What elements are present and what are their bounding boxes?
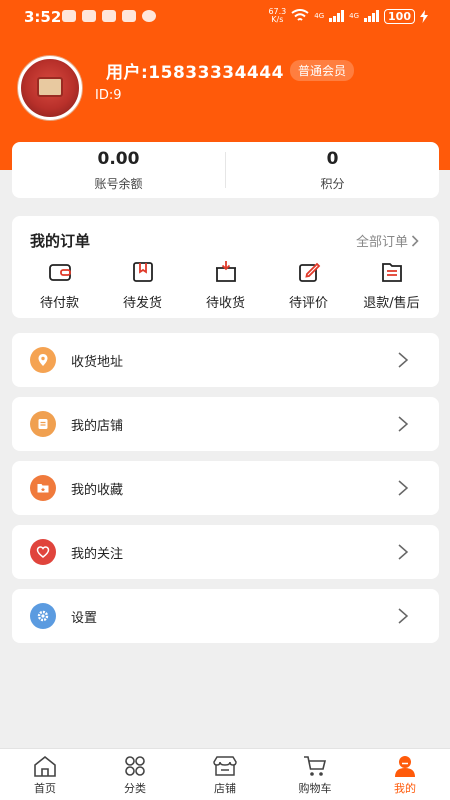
order-item-label: 待付款 xyxy=(39,296,79,311)
menu-my-favorites[interactable]: 我的收藏 xyxy=(12,461,439,515)
heart-icon xyxy=(30,539,56,565)
gear-icon xyxy=(30,603,56,629)
chevron-right-icon xyxy=(398,480,409,496)
menu-shipping-address[interactable]: 收货地址 xyxy=(12,333,439,387)
status-bar: 3:52 67.3 K/s 4G 4G 100 xyxy=(0,0,450,34)
user-id: ID:9 xyxy=(95,88,122,103)
status-time: 3:52 xyxy=(24,8,62,26)
tab-home[interactable]: 首页 xyxy=(0,749,90,800)
tab-label: 分类 xyxy=(124,781,146,795)
balance-label: 账号余额 xyxy=(94,176,143,191)
signal-label-2: 4G xyxy=(349,12,360,20)
net-speed-unit: K/s xyxy=(271,15,284,24)
chevron-right-icon xyxy=(411,234,419,247)
wallet-icon xyxy=(48,264,71,281)
notification-app-icon xyxy=(102,10,116,22)
avatar[interactable] xyxy=(18,56,82,120)
menu-label: 收货地址 xyxy=(71,354,124,370)
store-icon xyxy=(30,411,56,437)
member-level-badge: 普通会员 xyxy=(290,60,355,81)
menu-label: 我的店铺 xyxy=(71,418,124,434)
alarm-icon xyxy=(142,10,156,22)
chevron-right-icon xyxy=(398,416,409,432)
menu-label: 设置 xyxy=(71,610,98,626)
signal-icon xyxy=(364,10,380,22)
notification-app-icon xyxy=(82,10,96,22)
tab-label: 首页 xyxy=(34,781,56,795)
username: 用户:15833334444 xyxy=(106,63,284,83)
tab-label: 店铺 xyxy=(214,781,236,795)
notification-icons xyxy=(62,10,156,22)
battery-indicator: 100 xyxy=(384,8,415,24)
edit-icon xyxy=(298,262,320,282)
chevron-right-icon xyxy=(398,352,409,368)
notification-app-icon xyxy=(62,10,76,22)
menu-my-store[interactable]: 我的店铺 xyxy=(12,397,439,451)
tab-label: 我的 xyxy=(394,781,416,795)
tab-cart[interactable]: 购物车 xyxy=(270,749,360,800)
chevron-right-icon xyxy=(398,608,409,624)
list-icon xyxy=(381,263,402,282)
net-speed: 67.3 K/s xyxy=(268,8,286,24)
menu-label: 我的关注 xyxy=(71,546,124,562)
signal-label-1: 4G xyxy=(314,12,325,20)
signal-icon xyxy=(329,10,345,22)
status-right: 67.3 K/s 4G 4G 100 xyxy=(268,8,428,24)
balance-stat[interactable]: 0.00 账号余额 xyxy=(12,142,225,198)
home-icon xyxy=(34,755,56,777)
tab-mine[interactable]: 我的 xyxy=(360,749,450,800)
order-refund-aftersale[interactable]: 退款/售后 xyxy=(353,260,431,311)
receive-box-icon xyxy=(215,261,236,282)
order-status-row: 待付款 待发货 待收货 待评价 退款/售后 xyxy=(12,260,439,311)
tab-shop[interactable]: 店铺 xyxy=(180,749,270,800)
box-icon xyxy=(132,262,153,282)
points-label: 积分 xyxy=(320,176,345,191)
user-icon xyxy=(395,755,415,777)
order-pending-receipt[interactable]: 待收货 xyxy=(187,260,265,311)
order-item-label: 待评价 xyxy=(288,296,328,311)
all-orders-label: 全部订单 xyxy=(355,235,408,250)
chevron-right-icon xyxy=(398,544,409,560)
shop-icon xyxy=(213,755,237,776)
account-stats-card: 0.00 账号余额 0 积分 xyxy=(12,142,439,198)
order-item-label: 退款/售后 xyxy=(363,296,420,311)
tab-category[interactable]: 分类 xyxy=(90,749,180,800)
avatar-image xyxy=(37,77,63,97)
tab-label: 购物车 xyxy=(298,781,332,795)
menu-label: 我的收藏 xyxy=(71,482,124,498)
menu-my-follows[interactable]: 我的关注 xyxy=(12,525,439,579)
location-icon xyxy=(30,347,56,373)
order-pending-payment[interactable]: 待付款 xyxy=(21,260,99,311)
my-orders-card: 我的订单 全部订单 待付款 待发货 待收货 待评价 退款/售后 xyxy=(12,216,439,318)
order-pending-shipment[interactable]: 待发货 xyxy=(104,260,182,311)
order-item-label: 待收货 xyxy=(205,296,245,311)
wifi-icon xyxy=(291,9,309,21)
points-value: 0 xyxy=(326,148,339,169)
category-icon xyxy=(125,755,145,776)
order-pending-review[interactable]: 待评价 xyxy=(270,260,348,311)
notification-app-icon xyxy=(122,10,136,22)
orders-title: 我的订单 xyxy=(30,232,91,250)
menu-settings[interactable]: 设置 xyxy=(12,589,439,643)
charging-icon xyxy=(420,9,428,23)
points-stat[interactable]: 0 积分 xyxy=(226,142,439,198)
bottom-tab-bar: 首页 分类 店铺 购物车 我的 xyxy=(0,748,450,800)
cart-icon xyxy=(304,755,327,776)
order-item-label: 待发货 xyxy=(122,296,162,311)
balance-value: 0.00 xyxy=(97,148,140,169)
folder-icon xyxy=(30,475,56,501)
all-orders-link[interactable]: 全部订单 xyxy=(356,231,419,250)
